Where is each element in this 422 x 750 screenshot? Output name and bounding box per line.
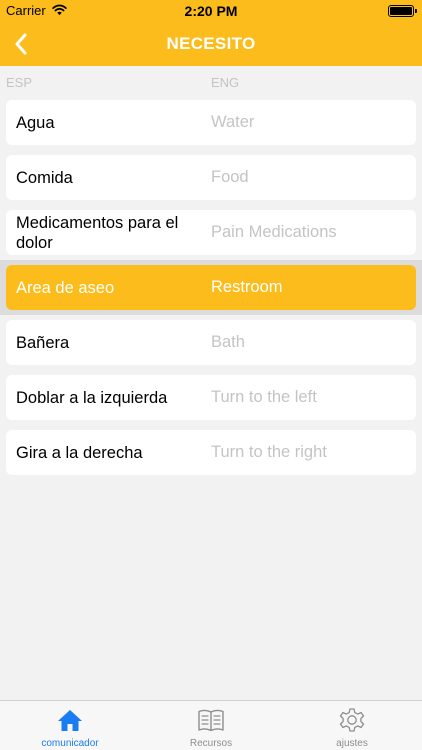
phrase-row[interactable]: Medicamentos para el dolor Pain Medicati…	[6, 210, 416, 255]
page-title: NECESITO	[166, 34, 256, 53]
phrase-row[interactable]: Doblar a la izquierda Turn to the left	[6, 375, 416, 420]
phrase-spanish: Area de aseo	[16, 278, 115, 297]
phrase-spanish: Agua	[16, 113, 55, 132]
phrase-list: Agua Water Comida Food Medicamentos para…	[0, 100, 422, 485]
tab-recursos[interactable]: Recursos	[141, 701, 281, 750]
clock: 2:20 PM	[184, 3, 238, 19]
phrase-row[interactable]: Comida Food	[6, 155, 416, 200]
phrase-english: Restroom	[211, 278, 283, 296]
gear-icon	[339, 708, 365, 732]
phrase-english: Water	[211, 113, 255, 131]
phrase-english: Turn to the left	[211, 388, 317, 406]
tab-label: ajustes	[336, 738, 368, 749]
book-icon	[198, 709, 224, 732]
phrase-row[interactable]: Agua Water	[6, 100, 416, 145]
phrase-row[interactable]: Bañera Bath	[6, 320, 416, 365]
tab-label: comunicador	[41, 738, 99, 749]
phrase-spanish: Doblar a la izquierda	[16, 388, 168, 407]
column-header-esp: ESP	[6, 75, 33, 90]
status-bar: Carrier 2:20 PM	[0, 0, 422, 22]
phrase-row[interactable]: Gira a la derecha Turn to the right	[6, 430, 416, 475]
nav-header: Carrier 2:20 PM NECESITO	[0, 0, 422, 66]
tab-comunicador[interactable]: comunicador	[0, 701, 140, 750]
phrase-row-selected[interactable]: Area de aseo Restroom	[0, 260, 422, 315]
phrase-english: Food	[211, 168, 249, 186]
tab-ajustes[interactable]: ajustes	[282, 701, 422, 750]
phrase-spanish: Bañera	[16, 333, 70, 352]
phrase-spanish: Comida	[16, 168, 73, 187]
home-icon	[58, 710, 82, 731]
tab-bar: comunicador Recursos ajustes	[0, 700, 422, 750]
tab-label: Recursos	[189, 738, 233, 749]
phrase-english: Pain Medications	[211, 223, 337, 241]
column-header-eng: ENG	[211, 75, 240, 90]
phrase-spanish: Medicamentos para el dolor	[16, 213, 179, 252]
phrase-english: Bath	[211, 333, 245, 351]
phrase-spanish: Gira a la derecha	[16, 443, 143, 462]
phrase-english: Turn to the right	[211, 443, 327, 461]
battery-icon	[388, 5, 417, 17]
